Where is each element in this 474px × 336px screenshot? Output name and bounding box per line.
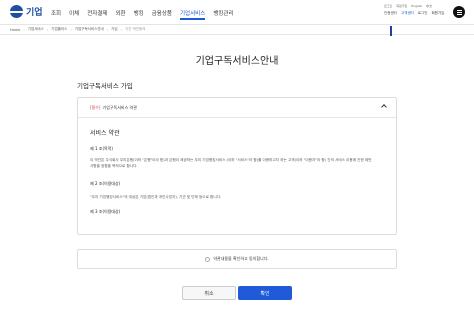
logo-text: 기업 (26, 8, 43, 18)
agree-label[interactable]: 약관내용을 확인하고 동의합니다. (213, 256, 268, 262)
terms-panel: [필수] 기업구독서비스 약관 서비스 약관 제 1 조(목적) 이 약관은 주… (77, 97, 397, 235)
breadcrumb-home[interactable]: Home (10, 28, 20, 32)
util-top-login[interactable]: 로그인 (384, 4, 392, 8)
util-customer-center[interactable]: 고객센터 (401, 11, 414, 16)
gnb-item-business-service[interactable]: 기업서비스 (180, 9, 206, 20)
article-1-title: 제 1 조(목적) (90, 146, 113, 151)
bank-logo-icon (10, 5, 23, 18)
gnb-item-banking-admin[interactable]: 뱅킹관리 (213, 9, 233, 17)
gnb-item-inquiry[interactable]: 조회 (51, 9, 61, 17)
required-tag: [필수] (90, 104, 101, 110)
article-3-title: 제 3 조(이용대상) (90, 209, 121, 214)
breadcrumb-item[interactable]: 기업플러스 (51, 27, 67, 32)
breadcrumb-item[interactable]: 기업서비스 (28, 27, 44, 32)
terms-scrollbar[interactable] (390, 26, 392, 36)
article-2-title: 제 2 조(이용대상) (90, 181, 121, 186)
article-2-body: "우리 기업뱅킹서비스"의 대상은 기업(법인과 개인사업자), 기관 및 단체… (90, 195, 222, 199)
gnb-item-payment[interactable]: 전자결제 (87, 9, 107, 17)
terms-panel-title: 기업구독서비스 약관 (102, 104, 137, 110)
confirm-button[interactable]: 확인 (238, 286, 292, 300)
breadcrumb: Home › 기업서비스 › 기업플러스 › 기업구독서비스안내 › 가입 › … (0, 24, 474, 35)
chevron-right-icon: › (120, 27, 123, 32)
cancel-button[interactable]: 취소 (182, 286, 236, 300)
util-top-join[interactable]: 회원가입 (396, 4, 407, 8)
util-login[interactable]: 로그인 (418, 11, 428, 16)
section-title: 기업구독서비스 가입 (77, 82, 133, 90)
global-nav: 조회 이체 전자결제 외환 뱅킹 금융상품 기업서비스 뱅킹관리 (51, 9, 242, 20)
gnb-item-banking[interactable]: 뱅킹 (134, 9, 144, 17)
gnb-item-transfer[interactable]: 이체 (69, 9, 79, 17)
page-title: 기업구독서비스안내 (195, 56, 279, 67)
chevron-right-icon: › (106, 27, 109, 32)
chevron-right-icon: › (46, 27, 49, 32)
util-join[interactable]: 회원가입 (431, 11, 444, 16)
gnb-item-foreign-exchange[interactable]: 외환 (116, 9, 126, 17)
util-cert-center[interactable]: 인증센터 (384, 11, 397, 16)
terms-panel-header[interactable]: [필수] 기업구독서비스 약관 (78, 98, 396, 118)
chevron-right-icon: › (70, 27, 72, 32)
logo[interactable]: 기업 (10, 5, 43, 18)
terms-scroll-area[interactable]: 서비스 약관 제 1 조(목적) 이 약관은 주식회사 우리은행(이하 "은행"… (88, 120, 388, 234)
agree-box[interactable]: 약관내용을 확인하고 동의합니다. (77, 249, 397, 269)
util-top-chinese[interactable]: 中文 (426, 4, 432, 8)
breadcrumb-item[interactable]: 기업구독서비스안내 (75, 27, 104, 32)
chevron-up-icon[interactable] (381, 104, 387, 110)
article-1-body: 이 약관은 주식회사 우리은행(이하 "은행"이라 함)과 은행이 제공하는 우… (90, 158, 372, 168)
util-top-english[interactable]: English (411, 4, 422, 8)
breadcrumb-item[interactable]: 가입 (111, 27, 117, 32)
util-links: 인증센터 고객센터 로그인 회원가입 (384, 11, 444, 16)
agree-radio[interactable] (205, 256, 211, 262)
hamburger-menu-icon[interactable] (453, 6, 465, 18)
chevron-right-icon: › (23, 27, 25, 32)
gnb-item-products[interactable]: 금융상품 (152, 9, 172, 17)
breadcrumb-current: 기간 약관동의 (125, 27, 146, 31)
util-top-links: 로그인 회원가입 English 中文 (384, 4, 432, 8)
terms-title: 서비스 약관 (90, 130, 120, 137)
header: 기업 조회 이체 전자결제 외환 뱅킹 금융상품 기업서비스 뱅킹관리 로그인 … (0, 0, 474, 24)
